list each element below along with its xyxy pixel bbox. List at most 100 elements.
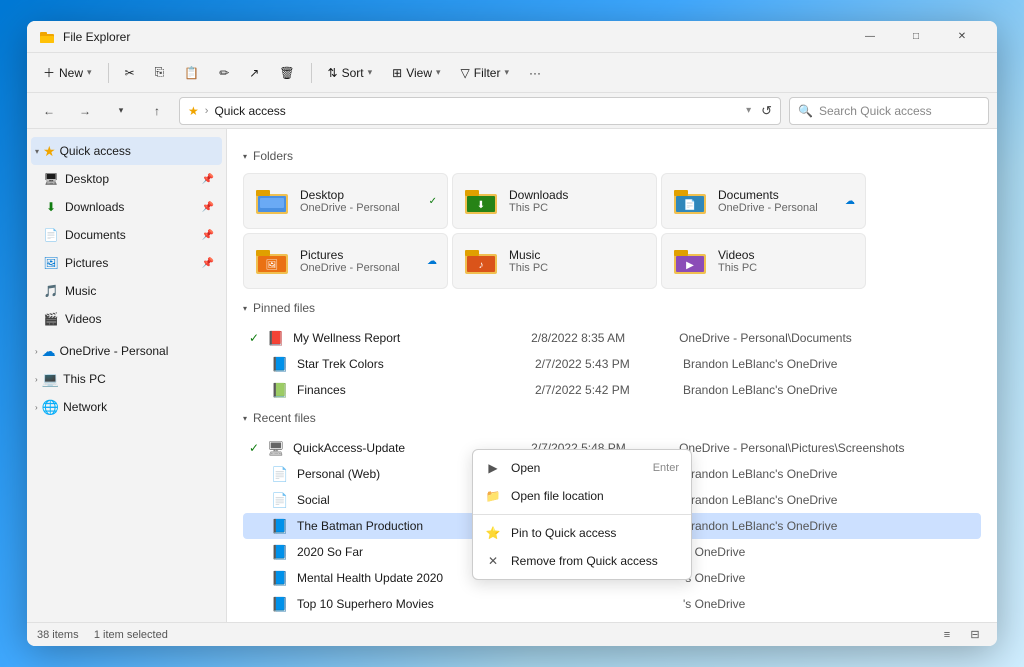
sidebar-music-label: Music	[65, 284, 96, 298]
sidebar-pictures-label: Pictures	[65, 256, 108, 270]
address-box[interactable]: ★ › Quick access ▾ ↺	[179, 97, 781, 125]
sort-icon: ⇅	[328, 66, 338, 80]
chevron-down-icon: ▾	[35, 147, 39, 156]
pinned-file-wellness[interactable]: ✓ 📕 My Wellness Report 2/8/2022 8:35 AM …	[243, 325, 981, 351]
sidebar-downloads-label: Downloads	[65, 200, 124, 214]
onedrive-header[interactable]: › ☁ OneDrive - Personal	[31, 337, 222, 365]
content-area: ▾ ★ Quick access 🖥 Desktop 📌 ⬇ Downloads…	[27, 129, 997, 622]
svg-text:▶: ▶	[686, 260, 694, 271]
context-open[interactable]: ▶ Open Enter	[473, 454, 691, 482]
network-header[interactable]: › 🌐 Network	[31, 393, 222, 421]
music-folder-info: Music This PC	[509, 248, 548, 274]
pinned-file-finances[interactable]: 📗 Finances 2/7/2022 5:42 PM Brandon LeBl…	[243, 377, 981, 403]
pinned-finances-loc: Brandon LeBlanc's OneDrive	[683, 383, 837, 397]
recent-personal-loc: Brandon LeBlanc's OneDrive	[683, 467, 837, 481]
sidebar-item-music[interactable]: 🎵 Music	[31, 277, 222, 305]
pin-icon2: 📌	[202, 202, 214, 213]
word-icon2: 📘	[271, 517, 289, 535]
recent-file-survey[interactable]: 📗 Survey1 's OneDrive	[243, 617, 981, 622]
word-icon4: 📘	[271, 569, 289, 587]
doc-icon3: 📄	[271, 491, 289, 509]
app-icon	[39, 29, 55, 45]
recent-chevron-icon: ▾	[243, 414, 247, 423]
recent-button[interactable]: ▾	[107, 97, 135, 125]
quick-access-header[interactable]: ▾ ★ Quick access	[31, 137, 222, 165]
chevron-right-icon3: ›	[35, 403, 38, 412]
list-view-button[interactable]: ≡	[935, 625, 959, 645]
address-path: Quick access	[214, 104, 740, 118]
minimize-button[interactable]: —	[847, 21, 893, 53]
close-button[interactable]: ✕	[939, 21, 985, 53]
rename-button[interactable]: ✏	[211, 62, 237, 84]
item-count: 38 items	[37, 629, 79, 641]
pictures-folder-loc: OneDrive - Personal	[300, 262, 400, 274]
context-open-label: Open	[511, 461, 643, 475]
pin-to-quick-icon: ⭐	[485, 525, 501, 541]
documents-folder-info: Documents OneDrive - Personal	[718, 188, 818, 214]
up-button[interactable]: ↑	[143, 97, 171, 125]
sidebar-desktop-label: Desktop	[65, 172, 109, 186]
context-remove[interactable]: ✕ Remove from Quick access	[473, 547, 691, 575]
folder-card-desktop[interactable]: Desktop OneDrive - Personal ✓	[243, 173, 448, 229]
doc-icon2: 📄	[271, 465, 289, 483]
refresh-button[interactable]: ↺	[761, 103, 772, 119]
share-button[interactable]: ↗	[241, 62, 267, 84]
svg-text:📄: 📄	[684, 198, 696, 211]
documents-folder-icon: 📄	[672, 183, 708, 219]
forward-button[interactable]: →	[71, 97, 99, 125]
sort-button[interactable]: ⇅ Sort ▾	[320, 62, 381, 84]
sidebar: ▾ ★ Quick access 🖥 Desktop 📌 ⬇ Downloads…	[27, 129, 227, 622]
title-bar: File Explorer — □ ✕	[27, 21, 997, 53]
pdf-icon: 📕	[267, 329, 285, 347]
context-pin[interactable]: ⭐ Pin to Quick access	[473, 519, 691, 547]
videos-icon: 🎬	[43, 311, 59, 327]
new-button[interactable]: ＋ New ▾	[35, 60, 100, 85]
recent-batman-loc: Brandon LeBlanc's OneDrive	[683, 519, 837, 533]
paste-button[interactable]: 📋	[176, 62, 207, 84]
pin-icon: 📌	[202, 174, 214, 185]
star-icon: ★	[43, 143, 56, 160]
new-icon: ＋	[43, 64, 55, 81]
remove-icon: ✕	[485, 553, 501, 569]
recent-file-superhero[interactable]: 📘 Top 10 Superhero Movies 's OneDrive	[243, 591, 981, 617]
folder-card-downloads[interactable]: ⬇ Downloads This PC	[452, 173, 657, 229]
copy-button[interactable]: ⎘	[147, 61, 173, 84]
detail-view-button[interactable]: ⊟	[963, 625, 987, 645]
pinned-wellness-date: 2/8/2022 8:35 AM	[531, 331, 671, 345]
folder-card-documents[interactable]: 📄 Documents OneDrive - Personal ☁	[661, 173, 866, 229]
pictures-folder-info: Pictures OneDrive - Personal	[300, 248, 400, 274]
sidebar-item-documents[interactable]: 📄 Documents 📌	[31, 221, 222, 249]
recent-qa-loc: OneDrive - Personal\Pictures\Screenshots	[679, 441, 904, 455]
documents-folder-name: Documents	[718, 188, 818, 202]
address-bar: ← → ▾ ↑ ★ › Quick access ▾ ↺ 🔍 Search Qu…	[27, 93, 997, 129]
sync-check-icon2: ✓	[249, 441, 259, 455]
more-button[interactable]: ···	[521, 62, 549, 84]
sidebar-item-downloads[interactable]: ⬇ Downloads 📌	[31, 193, 222, 221]
folder-card-videos[interactable]: ▶ Videos This PC	[661, 233, 866, 289]
downloads-folder-icon: ⬇	[463, 183, 499, 219]
search-box[interactable]: 🔍 Search Quick access	[789, 97, 989, 125]
context-open-shortcut: Enter	[653, 462, 679, 474]
thispc-header[interactable]: › 💻 This PC	[31, 365, 222, 393]
desktop-folder-loc: OneDrive - Personal	[300, 202, 400, 214]
pinned-file-startrek[interactable]: 📘 Star Trek Colors 2/7/2022 5:43 PM Bran…	[243, 351, 981, 377]
sidebar-item-videos[interactable]: 🎬 Videos	[31, 305, 222, 333]
pinned-wellness-name: My Wellness Report	[293, 331, 523, 345]
title-bar-left: File Explorer	[39, 29, 130, 45]
sidebar-item-pictures[interactable]: 🖼 Pictures 📌	[31, 249, 222, 277]
view-button[interactable]: ⊞ View ▾	[384, 62, 448, 84]
folder-card-pictures[interactable]: 🖼 Pictures OneDrive - Personal ☁	[243, 233, 448, 289]
delete-button[interactable]: 🗑	[271, 62, 302, 84]
context-open-location[interactable]: 📁 Open file location	[473, 482, 691, 510]
sidebar-item-desktop[interactable]: 🖥 Desktop 📌	[31, 165, 222, 193]
cut-button[interactable]: ✂	[117, 62, 143, 84]
pinned-finances-name: Finances	[297, 383, 527, 397]
filter-button[interactable]: ▽ Filter ▾	[453, 62, 517, 84]
back-button[interactable]: ←	[35, 97, 63, 125]
maximize-button[interactable]: □	[893, 21, 939, 53]
excel-icon2: 📗	[271, 621, 289, 622]
toolbar: ＋ New ▾ ✂ ⎘ 📋 ✏ ↗ 🗑 ⇅ Sort ▾ ⊞ View ▾ ▽ …	[27, 53, 997, 93]
onedrive-label: OneDrive - Personal	[60, 344, 169, 358]
folder-card-music[interactable]: ♪ Music This PC	[452, 233, 657, 289]
svg-text:♪: ♪	[479, 260, 484, 271]
